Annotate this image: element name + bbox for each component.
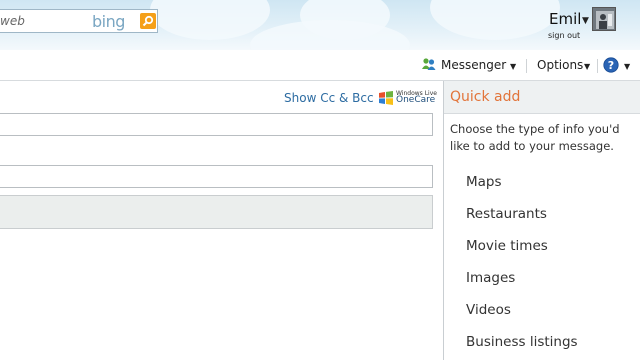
compose-area: Show Cc & Bcc Windows Live OneCare xyxy=(0,81,443,360)
quick-add-item-videos[interactable]: Videos xyxy=(466,302,511,318)
quick-add-header: Quick add xyxy=(444,81,640,114)
to-field[interactable] xyxy=(0,113,433,136)
onecare-line2: OneCare xyxy=(396,95,436,105)
toolbar-divider xyxy=(597,59,598,73)
options-caret-icon[interactable]: ▼ xyxy=(584,62,590,71)
search-box: bing xyxy=(0,9,158,33)
header-bar: bing Emil ▼ sign out xyxy=(0,0,640,50)
quick-add-item-movie-times[interactable]: Movie times xyxy=(466,238,548,254)
show-cc-bcc-link[interactable]: Show Cc & Bcc xyxy=(284,91,374,105)
avatar[interactable] xyxy=(592,7,616,31)
toolbar-divider xyxy=(526,59,527,73)
svg-text:?: ? xyxy=(608,59,614,72)
user-menu-caret-icon[interactable]: ▼ xyxy=(582,16,589,26)
quick-add-item-business-listings[interactable]: Business listings xyxy=(466,334,578,350)
windows-logo-icon xyxy=(379,91,393,105)
avatar-image xyxy=(593,8,615,30)
search-input[interactable] xyxy=(0,12,86,30)
cc-field[interactable] xyxy=(0,165,433,188)
cloud-decoration xyxy=(150,0,270,40)
help-caret-icon[interactable]: ▼ xyxy=(624,62,630,71)
quick-add-item-maps[interactable]: Maps xyxy=(466,174,502,190)
user-name[interactable]: Emil xyxy=(549,10,581,28)
messenger-icon xyxy=(422,58,436,70)
search-icon xyxy=(142,15,154,27)
options-menu[interactable]: Options xyxy=(537,58,583,72)
toolbar: Messenger ▼ Options ▼ ? ▼ xyxy=(0,50,640,81)
bing-logo: bing xyxy=(92,12,125,31)
onecare-label: Windows Live OneCare xyxy=(396,90,437,105)
help-icon[interactable]: ? xyxy=(603,57,619,73)
quick-add-title: Quick add xyxy=(450,89,521,105)
quick-add-item-images[interactable]: Images xyxy=(466,270,515,286)
messenger-caret-icon[interactable]: ▼ xyxy=(510,62,516,71)
quick-add-item-restaurants[interactable]: Restaurants xyxy=(466,206,547,222)
search-button[interactable] xyxy=(140,13,156,29)
subject-field[interactable] xyxy=(0,195,433,229)
sign-out-link[interactable]: sign out xyxy=(548,31,580,40)
quick-add-description: Choose the type of info you'd like to ad… xyxy=(450,122,620,153)
quick-add-panel: Quick add Choose the type of info you'd … xyxy=(443,81,640,360)
messenger-menu[interactable]: Messenger xyxy=(441,58,506,72)
onecare-badge[interactable]: Windows Live OneCare xyxy=(378,90,437,110)
cloud-decoration xyxy=(430,0,560,40)
